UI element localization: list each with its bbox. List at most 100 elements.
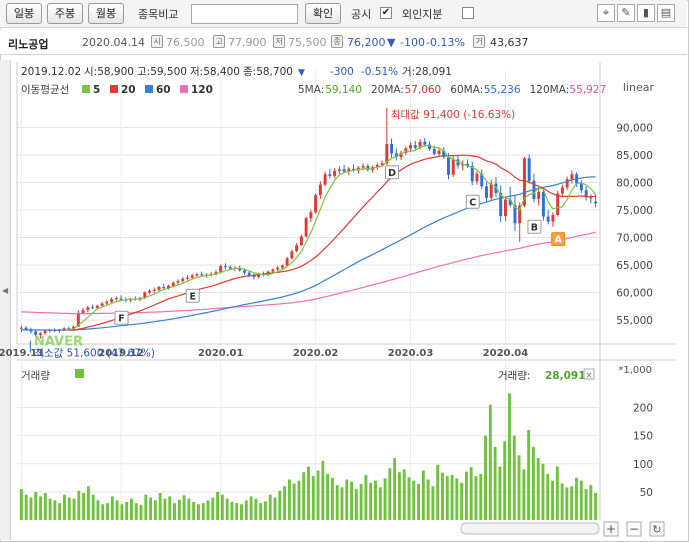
marker-e: E bbox=[189, 291, 196, 302]
candle-body bbox=[228, 267, 232, 269]
candle-body bbox=[565, 179, 569, 188]
candle-body bbox=[589, 197, 593, 199]
volume-bar bbox=[512, 435, 516, 520]
ma-legend-label: 5 bbox=[93, 84, 100, 96]
readout-close: 종:58,700 bbox=[243, 66, 293, 78]
volume-bar bbox=[115, 500, 119, 520]
refresh-icon[interactable]: ↻ bbox=[652, 523, 661, 536]
volume-bar bbox=[287, 479, 291, 520]
marker-d: D bbox=[388, 168, 396, 179]
candle-body bbox=[176, 280, 180, 283]
candle-body bbox=[432, 148, 436, 154]
volume-bar bbox=[139, 504, 143, 520]
volume-bar bbox=[106, 503, 109, 520]
marker-a: A bbox=[554, 235, 562, 246]
volume-bar bbox=[359, 484, 363, 520]
volume-bar bbox=[187, 498, 191, 520]
volume-bar bbox=[144, 494, 148, 520]
ma-value-label: 60MA: bbox=[450, 84, 483, 96]
candle-body bbox=[437, 150, 441, 154]
volume-bars bbox=[19, 393, 598, 520]
candle-body bbox=[152, 289, 156, 291]
volume-bar bbox=[397, 472, 401, 520]
volume-bar bbox=[469, 467, 473, 520]
volume-readout-value: 28,091 bbox=[545, 370, 586, 382]
candle-body bbox=[186, 277, 189, 279]
candle-body bbox=[91, 307, 95, 309]
volume-bar bbox=[168, 496, 172, 520]
volume-bar bbox=[153, 500, 157, 520]
volume-bar bbox=[297, 480, 301, 520]
candle-body bbox=[299, 236, 303, 246]
candle-body bbox=[447, 157, 450, 175]
volume-bar bbox=[43, 493, 47, 520]
date-tick-label: 2020.04 bbox=[483, 348, 529, 359]
volume-bar bbox=[393, 458, 397, 520]
price-tick-label: 90,000 bbox=[616, 123, 653, 135]
volume-bar bbox=[130, 498, 133, 520]
candle-body bbox=[527, 158, 531, 181]
volume-bar bbox=[158, 493, 162, 520]
volume-bar bbox=[125, 502, 129, 520]
horizontal-scrollbar[interactable] bbox=[460, 522, 600, 535]
volume-bar bbox=[455, 478, 459, 520]
volume-tick-label: 50 bbox=[640, 487, 653, 499]
zoom-in-icon[interactable]: + bbox=[606, 522, 616, 536]
price-axis: 90,000 85,000 80,000 75,000 70,000 65,000 60,0… bbox=[616, 123, 653, 328]
naver-watermark: NAVER bbox=[34, 335, 83, 350]
volume-bar bbox=[508, 393, 511, 520]
candle-body bbox=[409, 145, 413, 149]
volume-bar bbox=[244, 500, 248, 520]
candle-body bbox=[95, 305, 99, 308]
volume-bar bbox=[149, 497, 153, 520]
volume-bar bbox=[173, 503, 176, 520]
readout-low: 저:58,400 bbox=[190, 66, 240, 78]
volume-bar bbox=[517, 455, 521, 520]
volume-bar bbox=[220, 494, 224, 520]
readout-open: 시:58,900 bbox=[84, 66, 134, 78]
volume-bar bbox=[96, 500, 100, 520]
date-tick-label: 2020.02 bbox=[293, 348, 339, 359]
volume-bar bbox=[493, 446, 497, 520]
volume-bar bbox=[216, 491, 220, 520]
marker-f: F bbox=[118, 313, 125, 324]
volume-bar bbox=[263, 501, 267, 520]
volume-bar bbox=[211, 497, 215, 520]
volume-bar bbox=[441, 472, 444, 520]
volume-bar bbox=[72, 498, 76, 520]
volume-bar bbox=[273, 497, 277, 520]
ma-values: 5MA: 59,140 20MA: 57,060 60MA: 55,236 120MA: 55… bbox=[298, 84, 606, 96]
volume-bar bbox=[206, 500, 210, 520]
candle-body bbox=[503, 199, 507, 217]
volume-bar bbox=[101, 504, 105, 520]
readout-change: -300 bbox=[330, 66, 354, 78]
volume-bar bbox=[350, 481, 354, 520]
zoom-out-icon[interactable]: − bbox=[629, 522, 639, 536]
scale-mode[interactable]: linear bbox=[623, 81, 655, 94]
volume-bar bbox=[369, 482, 373, 520]
candle-body bbox=[162, 287, 166, 289]
volume-bar bbox=[163, 498, 167, 520]
readout-volume: 거:28,091 bbox=[402, 66, 452, 78]
volume-bar bbox=[426, 479, 430, 520]
ma20-line bbox=[68, 154, 596, 331]
ma-legend-swatch bbox=[110, 85, 118, 93]
ma-value-label: 120MA: bbox=[530, 84, 570, 96]
volume-bar bbox=[536, 458, 540, 520]
candle-body bbox=[86, 307, 90, 311]
chart-canvas[interactable]: 90,000 85,000 80,000 75,000 70,000 65,000 60,0… bbox=[0, 0, 689, 542]
volume-bar bbox=[374, 480, 377, 520]
candle-body bbox=[423, 141, 427, 145]
volume-readout-label: 거래량: bbox=[498, 370, 531, 382]
candle-body bbox=[148, 290, 151, 293]
candle-body bbox=[276, 267, 280, 270]
ma-legend-title: 이동평균선 bbox=[21, 84, 69, 96]
candle-body bbox=[570, 174, 574, 180]
candle-body bbox=[223, 266, 227, 268]
volume-bar bbox=[82, 493, 86, 520]
volume-close-icon[interactable]: × bbox=[585, 371, 593, 381]
volume-bar bbox=[182, 495, 186, 520]
candle-body bbox=[271, 269, 275, 272]
volume-bar bbox=[417, 484, 420, 520]
volume-bar bbox=[546, 473, 550, 520]
